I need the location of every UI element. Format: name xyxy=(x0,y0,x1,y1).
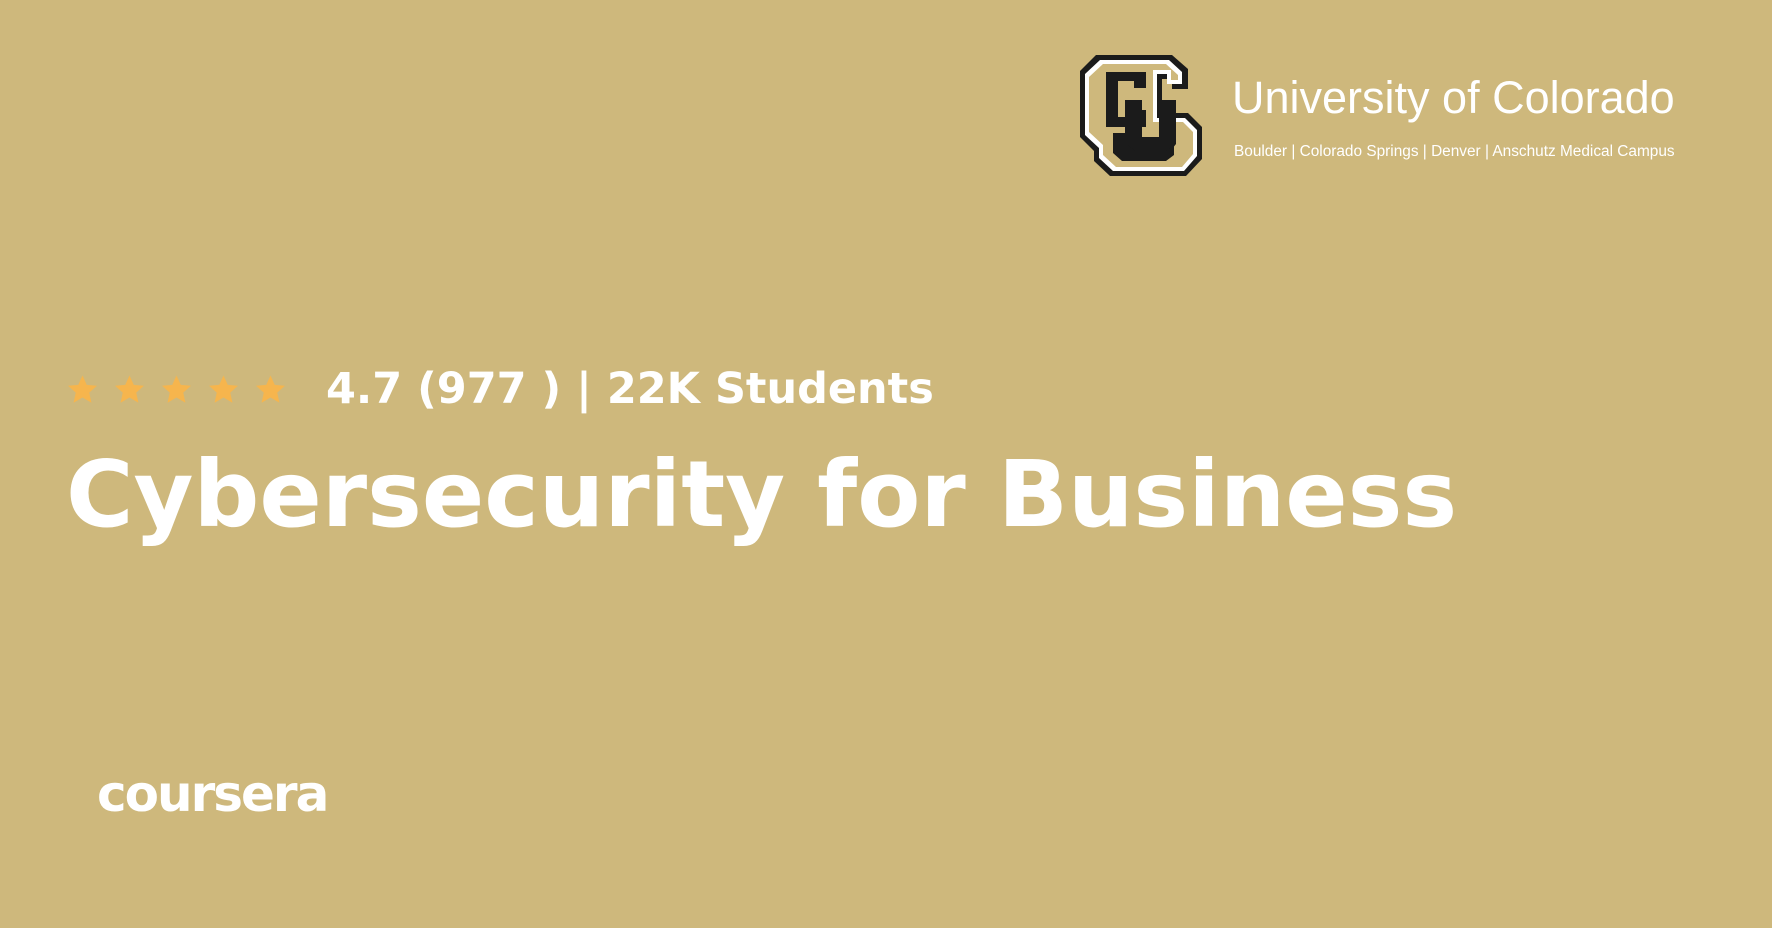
star-icon xyxy=(254,373,287,406)
star-rating xyxy=(66,373,287,406)
cu-logo-icon xyxy=(1080,55,1202,176)
course-card: University of Colorado Boulder | Colorad… xyxy=(0,0,1772,928)
star-icon xyxy=(113,373,146,406)
coursera-logo: coursera xyxy=(97,765,329,823)
star-icon xyxy=(66,373,99,406)
university-campuses: Boulder | Colorado Springs | Denver | An… xyxy=(1234,143,1675,160)
university-logo: University of Colorado Boulder | Colorad… xyxy=(1080,55,1720,180)
rating-summary: 4.7 (977 ) | 22K Students xyxy=(326,363,934,414)
rating-row: 4.7 (977 ) | 22K Students xyxy=(66,361,934,417)
star-icon xyxy=(207,373,240,406)
star-icon xyxy=(160,373,193,406)
course-title: Cybersecurity for Business xyxy=(66,441,1458,548)
university-name: University of Colorado xyxy=(1232,72,1675,123)
